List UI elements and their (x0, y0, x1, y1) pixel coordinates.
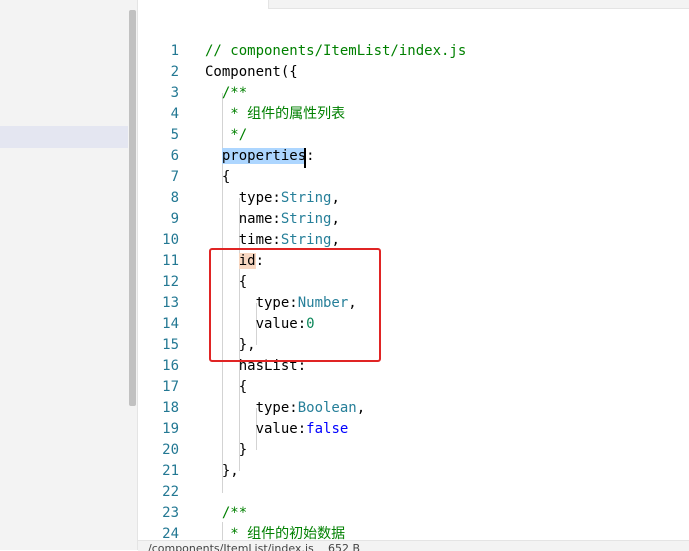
code-token: time: (205, 232, 281, 248)
code-token: Component({ (205, 64, 298, 80)
code-text: /** (205, 503, 247, 524)
line-number: 5 (170, 127, 179, 143)
line-number: 15 (162, 337, 179, 353)
code-token: String (280, 211, 332, 227)
code-token: /** (221, 85, 248, 101)
line-number: 18 (162, 400, 179, 416)
code-token: properties (221, 148, 307, 164)
line-number: 1 (170, 43, 179, 59)
code-token: value: (205, 421, 307, 437)
code-text: /** (205, 83, 247, 104)
code-token: type: (205, 400, 298, 416)
selected-file-row[interactable] (0, 126, 128, 148)
code-token: */ (230, 127, 248, 143)
code-text: type:Boolean, (205, 398, 366, 419)
line-number: 16 (162, 358, 179, 374)
code-token: String (280, 232, 332, 248)
code-text: }, (205, 461, 239, 482)
code-token: false (306, 421, 349, 437)
line-number: 11 (162, 253, 179, 269)
code-text: */ (205, 125, 247, 146)
code-token: type: (205, 190, 281, 206)
tab-active-file[interactable] (138, 0, 269, 9)
code-token: String (280, 190, 332, 206)
code-token: { (205, 379, 248, 395)
annotation-highlight-box (209, 248, 381, 362)
code-token: : (306, 148, 315, 164)
code-text: properties: (205, 146, 315, 167)
code-token: , (331, 232, 340, 248)
code-token: , (331, 211, 340, 227)
file-explorer-sidebar (0, 0, 138, 550)
line-number: 23 (162, 505, 179, 521)
code-text: Component({ (205, 62, 298, 83)
line-number: 22 (162, 484, 179, 500)
line-number: 13 (162, 295, 179, 311)
sidebar-scrollbar-thumb[interactable] (129, 10, 136, 406)
line-number: 21 (162, 463, 179, 479)
code-text: { (205, 167, 230, 188)
code-token: // components/ItemList/index.js (205, 43, 467, 59)
status-bar: /components/ItemList/index.js 652 B (138, 540, 689, 551)
code-token: , (331, 190, 340, 206)
text-cursor (304, 148, 306, 168)
line-number: 20 (162, 442, 179, 458)
code-text: name:String, (205, 209, 340, 230)
line-number: 3 (170, 85, 179, 101)
line-number: 2 (170, 64, 179, 80)
line-number: 6 (170, 148, 179, 164)
code-text: } (205, 440, 247, 461)
line-number: 19 (162, 421, 179, 437)
line-number: 17 (162, 379, 179, 395)
code-token: }, (205, 463, 239, 479)
code-token: } (205, 442, 248, 458)
line-number: 12 (162, 274, 179, 290)
code-token: Boolean (297, 400, 357, 416)
code-text: { (205, 377, 247, 398)
code-token: * 组件的属性列表 (230, 106, 346, 122)
line-number: 9 (170, 211, 179, 227)
line-number: 4 (170, 106, 179, 122)
code-text: value:false (205, 419, 349, 440)
line-number: 7 (170, 169, 179, 185)
code-text: * 组件的属性列表 (205, 104, 345, 125)
code-token: /** (221, 505, 248, 521)
line-number: 10 (162, 232, 179, 248)
code-token: { (205, 169, 231, 185)
line-number: 8 (170, 190, 179, 206)
code-text: // components/ItemList/index.js (205, 41, 466, 62)
code-token: name: (205, 211, 281, 227)
code-token: , (356, 400, 366, 416)
editor-tab-strip (138, 0, 689, 9)
code-text: type:String, (205, 188, 340, 209)
line-number: 14 (162, 316, 179, 332)
